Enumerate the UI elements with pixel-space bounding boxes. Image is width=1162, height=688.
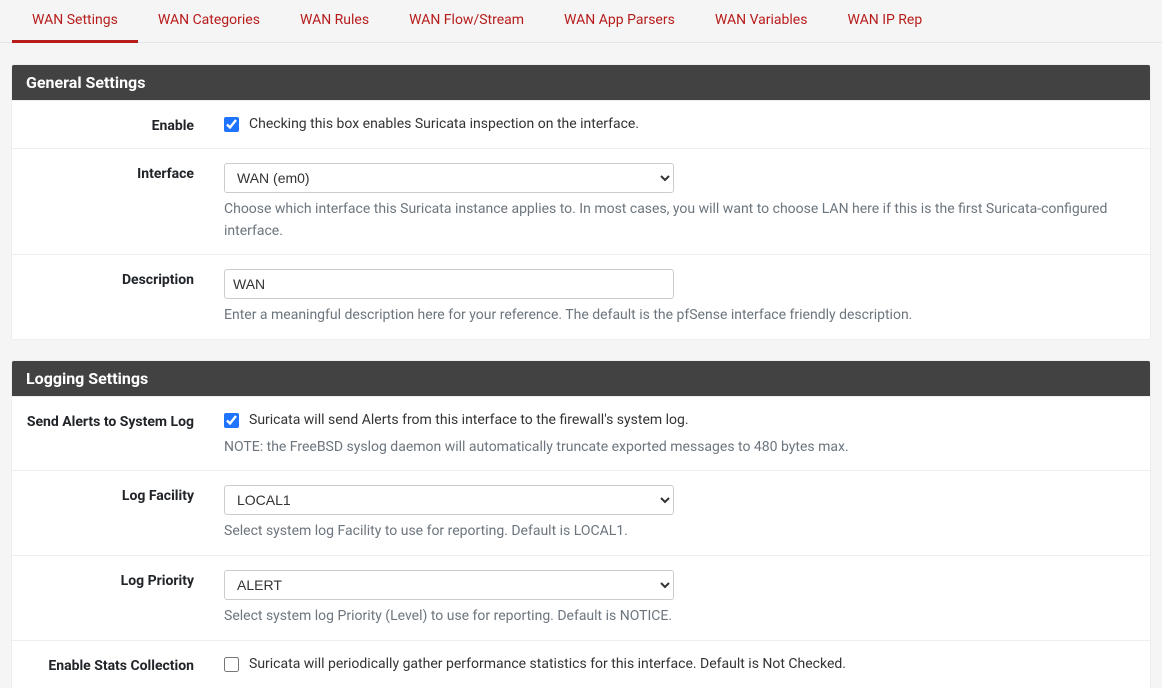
log-priority-help: Select system log Priority (Level) to us… — [224, 606, 1136, 628]
tab-wan-flow-stream[interactable]: WAN Flow/Stream — [389, 0, 544, 42]
enable-stats-check-wrap[interactable]: Suricata will periodically gather perfor… — [224, 655, 1136, 675]
tab-wan-rules[interactable]: WAN Rules — [280, 0, 389, 42]
send-alerts-check-wrap[interactable]: Suricata will send Alerts from this inte… — [224, 411, 1136, 431]
row-interface: Interface WAN (em0) Choose which interfa… — [12, 148, 1150, 254]
tab-wan-settings[interactable]: WAN Settings — [12, 0, 138, 42]
enable-check-text: Checking this box enables Suricata inspe… — [249, 115, 639, 135]
label-send-alerts: Send Alerts to System Log — [26, 411, 194, 432]
row-send-alerts: Send Alerts to System Log Suricata will … — [12, 396, 1150, 470]
tab-wan-ip-rep[interactable]: WAN IP Rep — [827, 0, 942, 42]
log-facility-select[interactable]: LOCAL1 — [224, 485, 674, 515]
label-enable-stats: Enable Stats Collection — [26, 655, 194, 676]
tab-wan-variables[interactable]: WAN Variables — [695, 0, 828, 42]
row-log-facility: Log Facility LOCAL1 Select system log Fa… — [12, 470, 1150, 555]
tab-wan-app-parsers[interactable]: WAN App Parsers — [544, 0, 695, 42]
row-log-priority: Log Priority ALERT Select system log Pri… — [12, 555, 1150, 640]
panel-header-logging: Logging Settings — [12, 361, 1150, 396]
enable-stats-checkbox[interactable] — [224, 657, 239, 672]
panel-general-settings: General Settings Enable Checking this bo… — [12, 65, 1150, 339]
send-alerts-check-text: Suricata will send Alerts from this inte… — [249, 411, 689, 431]
panel-logging-settings: Logging Settings Send Alerts to System L… — [12, 361, 1150, 688]
enable-check-wrap[interactable]: Checking this box enables Suricata inspe… — [224, 115, 1136, 135]
tab-bar: WAN Settings WAN Categories WAN Rules WA… — [0, 0, 1162, 43]
label-log-priority: Log Priority — [26, 570, 194, 591]
row-enable-stats: Enable Stats Collection Suricata will pe… — [12, 640, 1150, 688]
send-alerts-note: NOTE: the FreeBSD syslog daemon will aut… — [224, 437, 1136, 459]
send-alerts-checkbox[interactable] — [224, 413, 239, 428]
description-help: Enter a meaningful description here for … — [224, 305, 1136, 327]
enable-stats-check-text: Suricata will periodically gather perfor… — [249, 655, 846, 675]
label-log-facility: Log Facility — [26, 485, 194, 506]
row-description: Description Enter a meaningful descripti… — [12, 254, 1150, 339]
label-interface: Interface — [26, 163, 194, 184]
tab-wan-categories[interactable]: WAN Categories — [138, 0, 280, 42]
panel-header-general: General Settings — [12, 65, 1150, 100]
row-enable: Enable Checking this box enables Suricat… — [12, 100, 1150, 148]
interface-select[interactable]: WAN (em0) — [224, 163, 674, 193]
interface-help: Choose which interface this Suricata ins… — [224, 199, 1136, 242]
label-description: Description — [26, 269, 194, 290]
log-priority-select[interactable]: ALERT — [224, 570, 674, 600]
description-input[interactable] — [224, 269, 674, 299]
label-enable: Enable — [26, 115, 194, 136]
enable-checkbox[interactable] — [224, 117, 239, 132]
log-facility-help: Select system log Facility to use for re… — [224, 521, 1136, 543]
